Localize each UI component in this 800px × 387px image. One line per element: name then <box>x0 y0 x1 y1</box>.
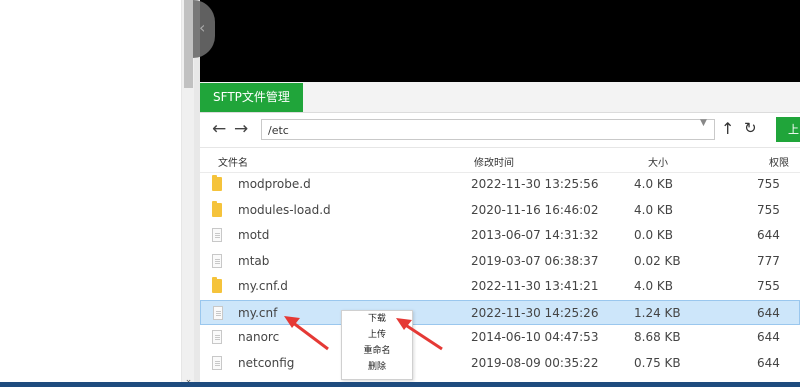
header-name[interactable]: 文件名 <box>218 154 248 169</box>
file-icon <box>213 305 223 320</box>
scrollbar-thumb[interactable] <box>184 0 193 88</box>
folder-icon <box>212 277 222 293</box>
upload-button[interactable]: 上 <box>776 117 800 142</box>
file-list: modprobe.d 2022-11-30 13:25:56 4.0 KB 75… <box>200 172 800 376</box>
context-menu-rename[interactable]: 重命名 <box>342 343 412 359</box>
table-row[interactable]: mtab 2019-03-07 06:38:37 0.02 KB 777 <box>200 249 800 275</box>
file-mtime: 2022-11-30 13:25:56 <box>471 177 599 191</box>
taskbar <box>0 382 800 387</box>
arrow-right-icon[interactable]: → <box>234 119 248 139</box>
path-dropdown-icon[interactable]: ▼ <box>700 118 707 128</box>
file-perm: 777 <box>757 253 780 268</box>
file-name: modprobe.d <box>238 177 311 191</box>
file-perm: 644 <box>757 228 780 242</box>
file-size: 8.68 KB <box>634 330 681 344</box>
arrow-left-icon[interactable]: ← <box>212 119 226 139</box>
header-perm[interactable]: 权限 <box>769 154 789 169</box>
file-name: my.cnf.d <box>238 279 288 293</box>
file-name: nanorc <box>238 330 280 344</box>
vertical-scrollbar[interactable]: ⌄ <box>181 0 195 387</box>
tab-bar: SFTP文件管理 <box>200 82 800 113</box>
file-size: 4.0 KB <box>634 279 673 293</box>
toolbar: ← → /etc ▼ ↑ ↻ 上 <box>200 113 800 146</box>
file-perm: 755 <box>757 279 780 293</box>
file-name: netconfig <box>238 355 295 370</box>
file-mtime: 2022-11-30 14:25:26 <box>471 305 599 320</box>
file-table-header: 文件名 修改时间 大小 权限 <box>200 147 800 173</box>
table-row-selected[interactable]: my.cnf 2022-11-30 14:25:26 1.24 KB 644 <box>200 299 800 325</box>
sftp-panel: SFTP文件管理 ← → /etc ▼ ↑ ↻ 上 文件名 修改时间 大小 权限… <box>200 82 800 387</box>
file-mtime: 2019-08-09 00:35:22 <box>471 355 599 370</box>
file-icon <box>212 330 222 344</box>
header-mtime[interactable]: 修改时间 <box>474 154 514 169</box>
refresh-icon[interactable]: ↻ <box>744 119 757 137</box>
chevron-left-icon: ‹ <box>199 18 206 37</box>
file-mtime: 2022-11-30 13:41:21 <box>471 279 599 293</box>
arrow-up-icon[interactable]: ↑ <box>721 119 734 138</box>
file-mtime: 2019-03-07 06:38:37 <box>471 253 599 268</box>
left-panel <box>0 0 181 387</box>
table-row[interactable]: nanorc 2014-06-10 04:47:53 8.68 KB 644 <box>200 325 800 351</box>
file-mtime: 2013-06-07 14:31:32 <box>471 228 599 242</box>
file-perm: 644 <box>757 355 780 370</box>
file-mtime: 2020-11-16 16:46:02 <box>471 202 599 217</box>
file-perm: 644 <box>757 330 780 344</box>
context-menu: 下载 上传 重命名 删除 <box>341 310 413 380</box>
folder-icon <box>212 200 222 217</box>
file-icon <box>212 228 222 242</box>
folder-icon <box>212 175 222 191</box>
header-size[interactable]: 大小 <box>648 154 668 169</box>
file-name: mtab <box>238 253 270 268</box>
file-icon <box>212 355 222 370</box>
table-row[interactable]: my.cnf.d 2022-11-30 13:41:21 4.0 KB 755 <box>200 274 800 300</box>
table-row[interactable]: modules-load.d 2020-11-16 16:46:02 4.0 K… <box>200 198 800 224</box>
path-input[interactable]: /etc <box>261 119 715 140</box>
table-row[interactable]: modprobe.d 2022-11-30 13:25:56 4.0 KB 75… <box>200 172 800 198</box>
file-perm: 755 <box>757 202 780 217</box>
file-perm: 755 <box>757 177 780 191</box>
file-size: 4.0 KB <box>634 177 673 191</box>
file-name: modules-load.d <box>238 202 331 217</box>
tab-sftp[interactable]: SFTP文件管理 <box>200 83 303 112</box>
file-size: 1.24 KB <box>634 305 681 320</box>
file-name: my.cnf <box>238 305 278 320</box>
file-size: 0.0 KB <box>634 228 673 242</box>
table-row[interactable]: netconfig 2019-08-09 00:35:22 0.75 KB 64… <box>200 351 800 377</box>
context-menu-upload[interactable]: 上传 <box>342 327 412 343</box>
context-menu-delete[interactable]: 删除 <box>342 359 412 375</box>
file-mtime: 2014-06-10 04:47:53 <box>471 330 599 344</box>
table-row[interactable]: motd 2013-06-07 14:31:32 0.0 KB 644 <box>200 223 800 249</box>
file-name: motd <box>238 228 270 242</box>
file-size: 0.75 KB <box>634 355 681 370</box>
file-perm: 644 <box>757 305 780 320</box>
file-icon <box>212 253 222 268</box>
file-size: 0.02 KB <box>634 253 681 268</box>
file-size: 4.0 KB <box>634 202 673 217</box>
context-menu-download[interactable]: 下载 <box>342 311 412 327</box>
terminal-area[interactable] <box>200 0 800 82</box>
